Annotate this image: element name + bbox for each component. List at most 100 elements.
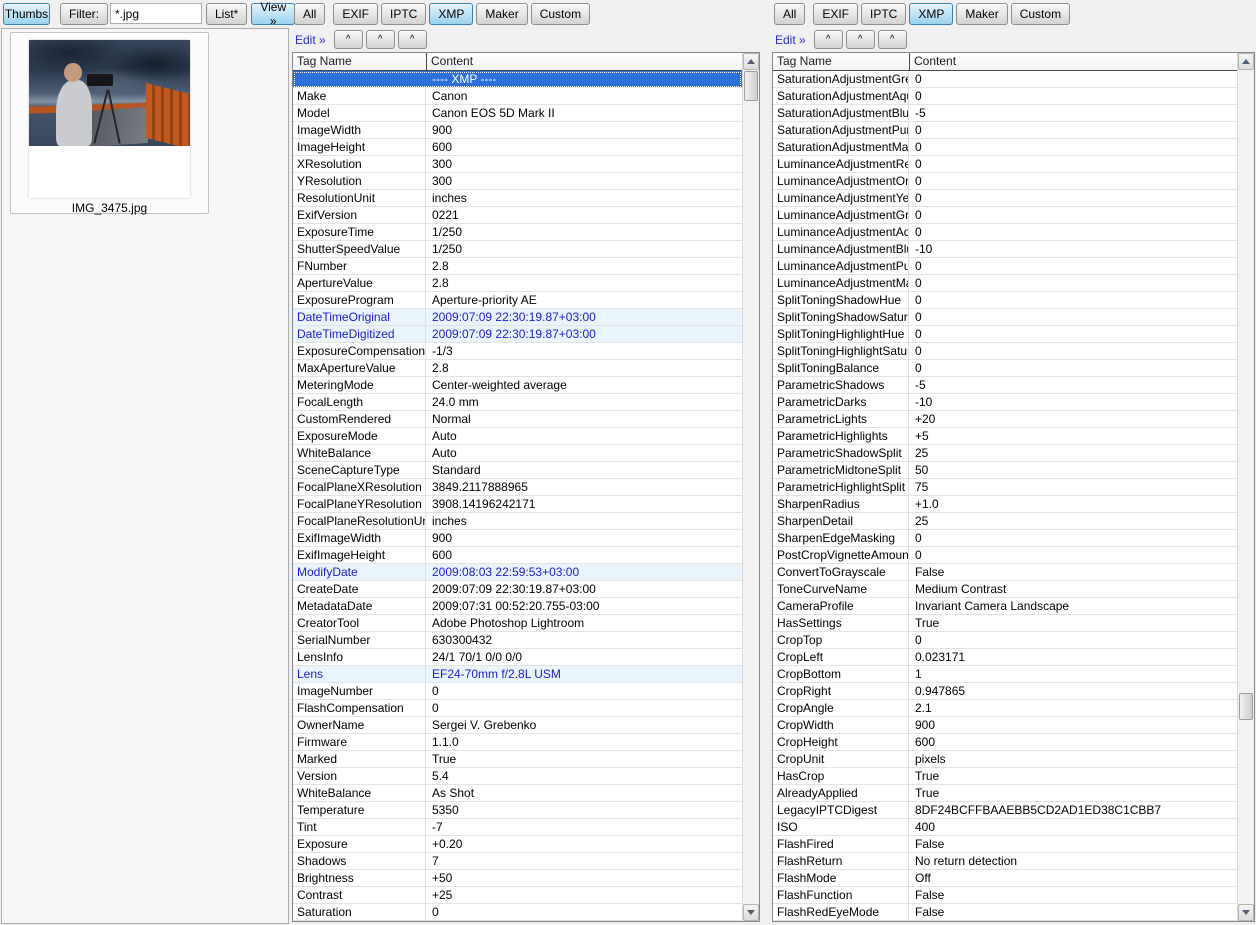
table-row[interactable]: MaxApertureValue2.8 (293, 360, 742, 377)
table-row[interactable]: SharpenRadius+1.0 (773, 496, 1237, 513)
table-row[interactable]: ParametricShadowSplit25 (773, 445, 1237, 462)
edit-link[interactable]: Edit » (775, 33, 806, 47)
table-row[interactable]: Contrast+25 (293, 887, 742, 904)
table-row[interactable]: ApertureValue2.8 (293, 275, 742, 292)
table-row[interactable]: ExifVersion0221 (293, 207, 742, 224)
table-row[interactable]: SaturationAdjustmentMagenta0 (773, 139, 1237, 156)
column-header-tag-name[interactable]: Tag Name (773, 53, 909, 70)
table-row[interactable]: WhiteBalanceAs Shot (293, 785, 742, 802)
table-row[interactable]: ParametricMidtoneSplit50 (773, 462, 1237, 479)
scroll-down-button[interactable] (1238, 904, 1254, 921)
table-row[interactable]: FlashRedEyeModeFalse (773, 904, 1237, 921)
table-row[interactable]: SplitToningHighlightHue0 (773, 326, 1237, 343)
table-row[interactable]: LuminanceAdjustmentMagenta0 (773, 275, 1237, 292)
table-row[interactable]: CropTop0 (773, 632, 1237, 649)
table-row[interactable]: Exposure+0.20 (293, 836, 742, 853)
table-row[interactable]: FlashFunctionFalse (773, 887, 1237, 904)
table-row[interactable]: LensInfo24/1 70/1 0/0 0/0 (293, 649, 742, 666)
table-row[interactable]: Shadows7 (293, 853, 742, 870)
table-row[interactable]: FlashFiredFalse (773, 836, 1237, 853)
collapse-button[interactable]: ^ (398, 30, 427, 49)
table-row[interactable]: ParametricShadows-5 (773, 377, 1237, 394)
table-row[interactable]: CropAngle2.1 (773, 700, 1237, 717)
table-row[interactable]: Tint-7 (293, 819, 742, 836)
table-row[interactable]: SaturationAdjustmentGreen0 (773, 71, 1237, 88)
scrollbar-thumb[interactable] (744, 71, 758, 101)
table-row[interactable]: ExifImageHeight600 (293, 547, 742, 564)
table-row[interactable]: SplitToningShadowSaturation0 (773, 309, 1237, 326)
tab-maker[interactable]: Maker (476, 3, 527, 25)
table-row[interactable]: SceneCaptureTypeStandard (293, 462, 742, 479)
table-row[interactable]: ImageHeight600 (293, 139, 742, 156)
table-row[interactable]: AlreadyAppliedTrue (773, 785, 1237, 802)
table-row[interactable]: FocalPlaneYResolution3908.14196242171 (293, 496, 742, 513)
table-row[interactable]: Temperature5350 (293, 802, 742, 819)
table-row[interactable]: LuminanceAdjustmentAqua0 (773, 224, 1237, 241)
table-row[interactable]: MeteringModeCenter-weighted average (293, 377, 742, 394)
table-row[interactable]: Version5.4 (293, 768, 742, 785)
table-row[interactable]: DateTimeOriginal2009:07:09 22:30:19.87+0… (293, 309, 742, 326)
table-row[interactable]: ImageNumber0 (293, 683, 742, 700)
table-row[interactable]: SaturationAdjustmentBlue-5 (773, 105, 1237, 122)
table-row[interactable]: LuminanceAdjustmentPurple0 (773, 258, 1237, 275)
thumbs-button[interactable]: Thumbs (3, 3, 50, 25)
table-row[interactable]: ParametricDarks-10 (773, 394, 1237, 411)
column-header-tag-name[interactable]: Tag Name (293, 53, 426, 70)
tab-maker[interactable]: Maker (956, 3, 1007, 25)
collapse-button[interactable]: ^ (878, 30, 907, 49)
table-row[interactable]: ExposureTime1/250 (293, 224, 742, 241)
table-row[interactable]: SplitToningShadowHue0 (773, 292, 1237, 309)
tab-exif[interactable]: EXIF (813, 3, 858, 25)
table-row[interactable]: DateTimeDigitized2009:07:09 22:30:19.87+… (293, 326, 742, 343)
list-button[interactable]: List* (206, 3, 247, 25)
table-row[interactable]: ResolutionUnitinches (293, 190, 742, 207)
table-row[interactable]: FocalPlaneResolutionUnitinches (293, 513, 742, 530)
table-row[interactable]: Brightness+50 (293, 870, 742, 887)
table-row[interactable]: OwnerNameSergei V. Grebenko (293, 717, 742, 734)
table-row[interactable]: PostCropVignetteAmount0 (773, 547, 1237, 564)
table-row[interactable]: ExifImageWidth900 (293, 530, 742, 547)
tab-all[interactable]: All (294, 3, 325, 25)
table-row[interactable]: SharpenDetail25 (773, 513, 1237, 530)
table-row[interactable]: ParametricHighlights+5 (773, 428, 1237, 445)
table-row[interactable]: LuminanceAdjustmentRed0 (773, 156, 1237, 173)
table-row[interactable]: CropHeight600 (773, 734, 1237, 751)
table-row[interactable]: FlashReturnNo return detection (773, 853, 1237, 870)
table-row[interactable]: ExposureModeAuto (293, 428, 742, 445)
column-header-content[interactable]: Content (909, 53, 1237, 70)
edit-link[interactable]: Edit » (295, 33, 326, 47)
table-row[interactable]: ExposureCompensation-1/3 (293, 343, 742, 360)
table-row[interactable]: ISO400 (773, 819, 1237, 836)
table-row[interactable]: ModelCanon EOS 5D Mark II (293, 105, 742, 122)
table-row[interactable]: ExposureProgramAperture-priority AE (293, 292, 742, 309)
table-row[interactable]: ConvertToGrayscaleFalse (773, 564, 1237, 581)
table-row[interactable]: LuminanceAdjustmentOrange0 (773, 173, 1237, 190)
table-row[interactable]: WhiteBalanceAuto (293, 445, 742, 462)
table-row[interactable]: CreateDate2009:07:09 22:30:19.87+03:00 (293, 581, 742, 598)
table-row[interactable]: LensEF24-70mm f/2.8L USM (293, 666, 742, 683)
table-row[interactable]: MakeCanon (293, 88, 742, 105)
table-row[interactable]: LegacyIPTCDigest8DF24BCFFBAAEBB5CD2AD1ED… (773, 802, 1237, 819)
table-row[interactable]: SerialNumber630300432 (293, 632, 742, 649)
table-row[interactable]: HasCropTrue (773, 768, 1237, 785)
table-row[interactable]: CropLeft0.023171 (773, 649, 1237, 666)
filter-input[interactable] (110, 3, 202, 24)
table-row[interactable]: CameraProfileInvariant Camera Landscape (773, 598, 1237, 615)
table-row[interactable]: FocalLength24.0 mm (293, 394, 742, 411)
table-row[interactable]: ---- XMP ---- (293, 71, 742, 88)
table-row[interactable]: HasSettingsTrue (773, 615, 1237, 632)
table-row[interactable]: SaturationAdjustmentAqua0 (773, 88, 1237, 105)
vertical-scrollbar[interactable] (1237, 53, 1254, 921)
table-row[interactable]: ParametricLights+20 (773, 411, 1237, 428)
table-row[interactable]: YResolution300 (293, 173, 742, 190)
table-row[interactable]: FlashCompensation0 (293, 700, 742, 717)
tab-exif[interactable]: EXIF (333, 3, 378, 25)
table-row[interactable]: FocalPlaneXResolution3849.2117888965 (293, 479, 742, 496)
table-row[interactable]: CropWidth900 (773, 717, 1237, 734)
table-row[interactable]: MarkedTrue (293, 751, 742, 768)
tab-xmp[interactable]: XMP (909, 3, 953, 25)
table-row[interactable]: ShutterSpeedValue1/250 (293, 241, 742, 258)
tab-all[interactable]: All (774, 3, 805, 25)
table-row[interactable]: ModifyDate2009:08:03 22:59:53+03:00 (293, 564, 742, 581)
scroll-up-button[interactable] (1238, 53, 1254, 70)
